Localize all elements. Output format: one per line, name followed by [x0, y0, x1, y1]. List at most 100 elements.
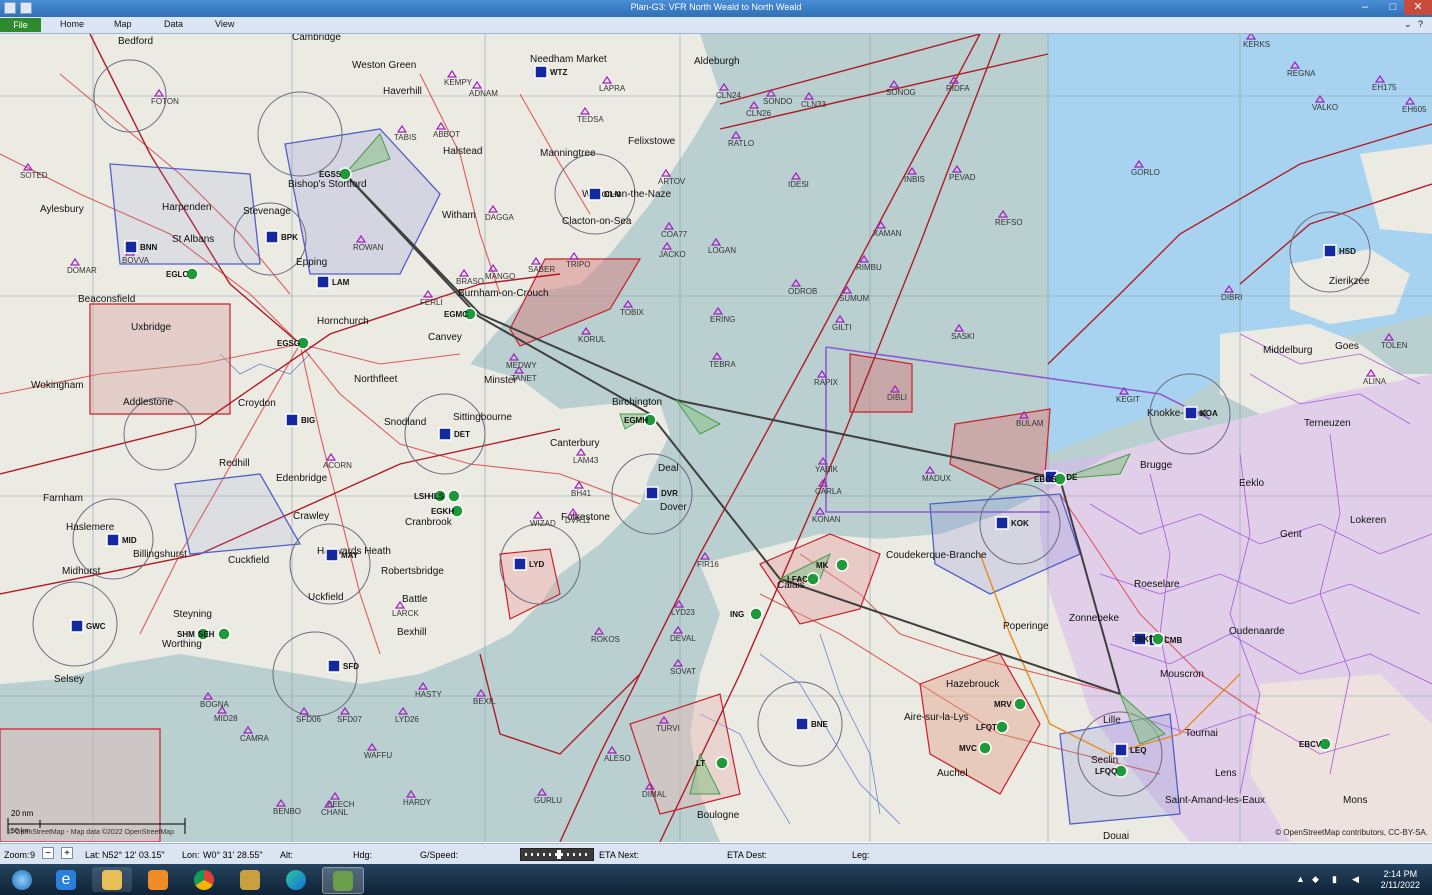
- eta-next-label: ETA Next:: [599, 850, 639, 860]
- town-label: Needham Market: [530, 54, 607, 65]
- airfield-icon[interactable]: [217, 627, 231, 641]
- start-button[interactable]: [2, 867, 42, 892]
- navaid-icon[interactable]: [316, 275, 330, 289]
- town-label: Tournai: [1185, 728, 1218, 739]
- leg-label: Leg:: [852, 850, 870, 860]
- waypoint-label: LAM43: [573, 456, 599, 465]
- waypoint-label: KERKS: [1243, 40, 1270, 49]
- tab-home[interactable]: Home: [60, 19, 84, 29]
- zoom-in-button[interactable]: +: [61, 847, 73, 859]
- tray-app-icon[interactable]: ◆: [1312, 874, 1319, 885]
- navaid-label: BPK: [281, 233, 298, 242]
- waypoint-label: SOVAT: [670, 667, 696, 676]
- town-label: Douai: [1103, 831, 1129, 842]
- tab-view[interactable]: View: [215, 19, 234, 29]
- waypoint-label: LYD23: [671, 608, 695, 617]
- airfield-icon[interactable]: [1013, 697, 1027, 711]
- airfield-icon[interactable]: [749, 607, 763, 621]
- tray-expand-icon[interactable]: ▲: [1296, 874, 1305, 884]
- taskbar-explorer[interactable]: [92, 867, 132, 892]
- volume-icon[interactable]: ◀: [1352, 874, 1359, 885]
- sim-progress-thumb[interactable]: [557, 850, 561, 859]
- town-label: Poperinge: [1003, 621, 1049, 632]
- airfield-label: ING: [730, 610, 744, 619]
- town-label: Edenbridge: [276, 473, 328, 484]
- waypoint-label: KEGIT: [1116, 395, 1140, 404]
- waypoint-label: DIBLI: [887, 393, 907, 402]
- edge-chromium-icon: [286, 870, 306, 890]
- airfield-label: MVC: [959, 744, 977, 753]
- airfield-icon[interactable]: [1151, 632, 1165, 646]
- navaid-icon[interactable]: [106, 533, 120, 547]
- navaid-icon[interactable]: [327, 659, 341, 673]
- navaid-icon[interactable]: [1114, 743, 1128, 757]
- taskbar-chrome[interactable]: [184, 867, 224, 892]
- taskbar-ie[interactable]: e: [46, 867, 86, 892]
- lon-label: Lon:: [182, 850, 200, 860]
- tab-file[interactable]: File: [0, 18, 41, 32]
- taskbar-edge[interactable]: [276, 867, 316, 892]
- navaid-icon[interactable]: [124, 240, 138, 254]
- tab-data[interactable]: Data: [164, 19, 183, 29]
- navaid-icon[interactable]: [995, 516, 1009, 530]
- town-label: Stevenage: [243, 206, 291, 217]
- airfield-icon[interactable]: [835, 558, 849, 572]
- waypoint-label: COA77: [661, 230, 688, 239]
- navaid-icon[interactable]: [513, 557, 527, 571]
- navaid-icon[interactable]: [795, 717, 809, 731]
- help-icon[interactable]: ?: [1418, 19, 1423, 29]
- town-label: Mons: [1343, 795, 1367, 806]
- minimize-button[interactable]: –: [1352, 0, 1378, 15]
- navaid-icon[interactable]: [1184, 406, 1198, 420]
- navaid-icon[interactable]: [285, 413, 299, 427]
- waypoint-label: CLN24: [716, 91, 741, 100]
- airfield-label: MK: [816, 561, 829, 570]
- navaid-icon[interactable]: [325, 548, 339, 562]
- airfield-icon[interactable]: [978, 741, 992, 755]
- navaid-label: LYD: [529, 560, 544, 569]
- navaid-icon[interactable]: [588, 187, 602, 201]
- sim-progress-control[interactable]: [520, 848, 594, 861]
- system-clock[interactable]: 2:14 PM 2/11/2022: [1381, 869, 1420, 891]
- waypoint-label: ROKOS: [591, 635, 620, 644]
- network-icon[interactable]: ▮: [1332, 874, 1337, 885]
- taskbar-media[interactable]: [138, 867, 178, 892]
- town-label: Manningtree: [540, 148, 596, 159]
- town-label: Worthing: [162, 639, 202, 650]
- navaid-label: BNE: [811, 720, 829, 729]
- file-explorer-icon: [102, 870, 122, 890]
- navaid-icon[interactable]: [645, 486, 659, 500]
- maximize-button[interactable]: □: [1380, 0, 1406, 15]
- close-button[interactable]: ✕: [1404, 0, 1432, 15]
- town-label: Selsey: [54, 674, 84, 685]
- navaid-icon[interactable]: [438, 427, 452, 441]
- waypoint-label: EH605: [1402, 105, 1427, 114]
- town-label: Beaconsfield: [78, 294, 135, 305]
- taskbar-paint[interactable]: [230, 867, 270, 892]
- town-label: Snodland: [384, 417, 426, 428]
- town-label: Middelburg: [1263, 345, 1312, 356]
- map-canvas[interactable]: Cambridge Bedford Weston Green Haverhill Nee…: [0, 34, 1432, 842]
- taskbar-plang[interactable]: [322, 867, 364, 894]
- airfield-icon[interactable]: [715, 756, 729, 770]
- zoom-out-button[interactable]: −: [42, 847, 54, 859]
- ribbon-minimize-icon[interactable]: ⌄: [1404, 19, 1412, 30]
- navaid-icon[interactable]: [70, 619, 84, 633]
- airfield-icon[interactable]: [995, 720, 1009, 734]
- navaid-icon[interactable]: [534, 65, 548, 79]
- waypoint-label: XAMAN: [873, 229, 902, 238]
- airfield-icon[interactable]: [447, 489, 461, 503]
- airfield-icon[interactable]: [806, 572, 820, 586]
- waypoint-label: ROWAN: [353, 243, 384, 252]
- waypoint-label: RIMBU: [856, 263, 882, 272]
- town-label: Harpenden: [162, 202, 211, 213]
- status-bar: Zoom: 9 − + Lat: N52° 12' 03.15" Lon: W0…: [0, 843, 1432, 864]
- waypoint-label: BRASO: [456, 277, 484, 286]
- navaid-icon[interactable]: [1323, 244, 1337, 258]
- waypoint-label: SONDO: [763, 97, 792, 106]
- waypoint-label: KONAN: [812, 515, 841, 524]
- navaid-label: BNN: [140, 243, 158, 252]
- waypoint-label: SUMUM: [839, 294, 870, 303]
- tab-map[interactable]: Map: [114, 19, 132, 29]
- navaid-icon[interactable]: [265, 230, 279, 244]
